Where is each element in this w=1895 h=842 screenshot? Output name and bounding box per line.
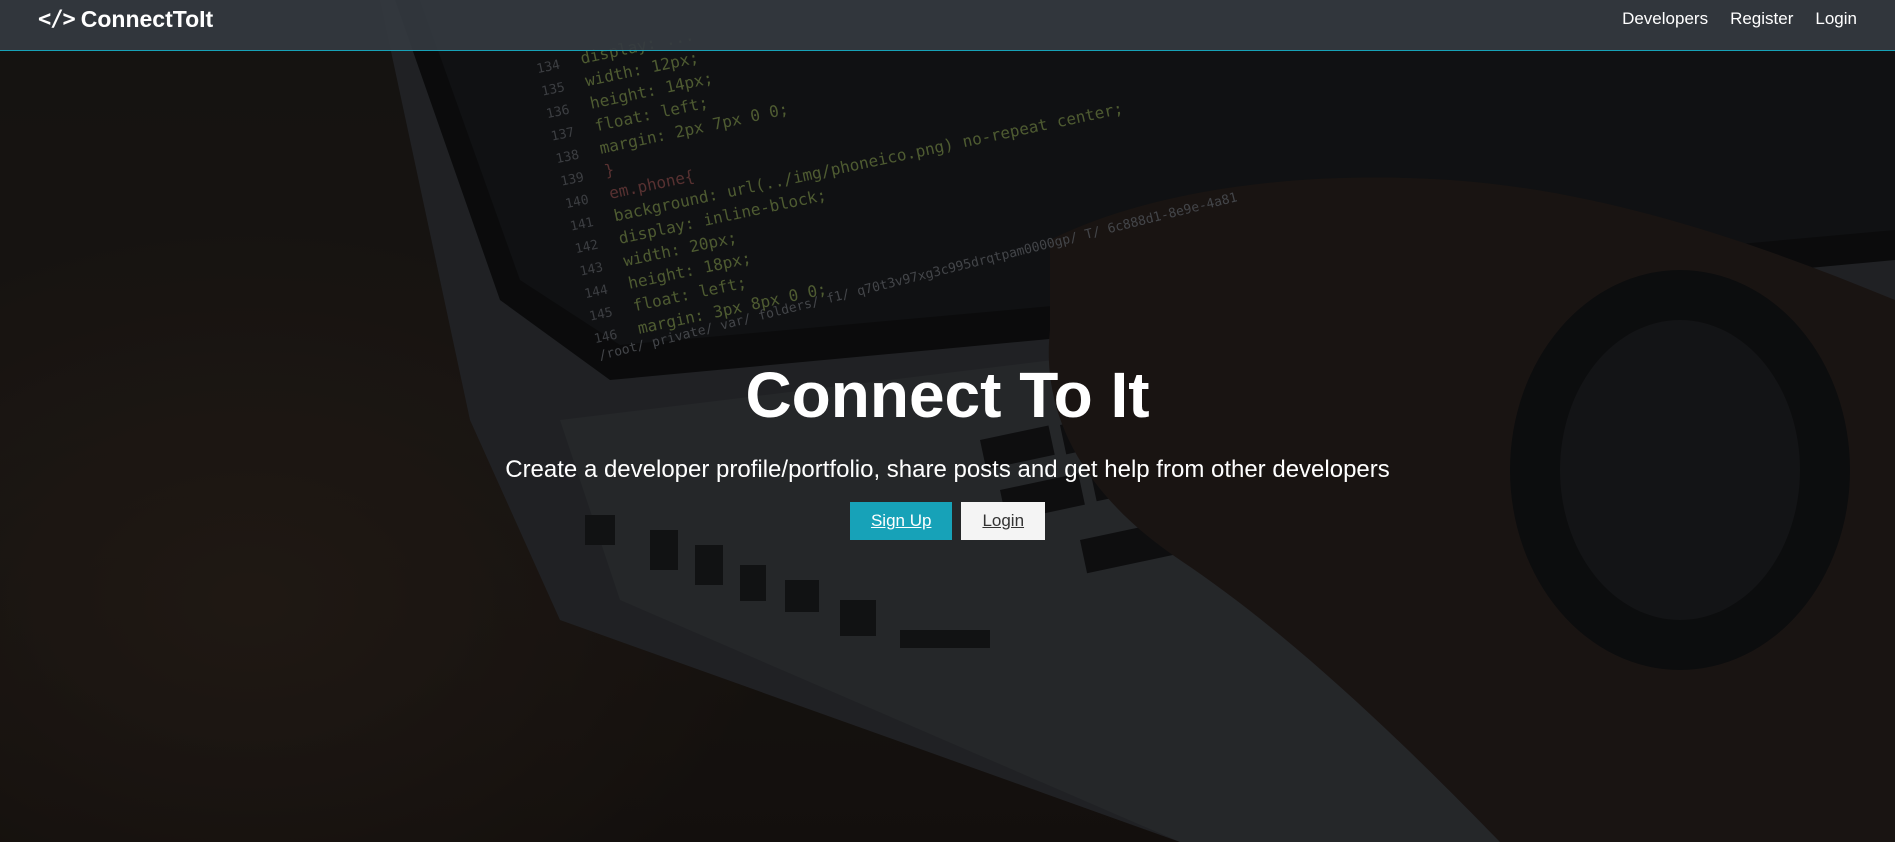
login-button[interactable]: Login xyxy=(961,502,1046,541)
hero-buttons: Sign Up Login xyxy=(0,502,1895,541)
nav-link-login[interactable]: Login xyxy=(1815,9,1857,29)
code-icon: </> xyxy=(38,6,76,32)
brand-link[interactable]: </> ConnectToIt xyxy=(38,6,213,33)
nav-link-register[interactable]: Register xyxy=(1730,9,1793,29)
hero-section: Connect To It Create a developer profile… xyxy=(0,359,1895,541)
nav-link-developers[interactable]: Developers xyxy=(1622,9,1708,29)
landing-page: 134display: ...135width: 12px;136height:… xyxy=(0,0,1895,842)
signup-button[interactable]: Sign Up xyxy=(849,502,953,541)
brand-name: ConnectToIt xyxy=(80,5,214,32)
hero-title: Connect To It xyxy=(745,359,1150,431)
nav-links: Developers Register Login xyxy=(1622,9,1857,29)
navbar: </> ConnectToIt Developers Register Logi… xyxy=(0,0,1895,51)
hero-subtitle: Create a developer profile/portfolio, sh… xyxy=(505,456,1390,484)
